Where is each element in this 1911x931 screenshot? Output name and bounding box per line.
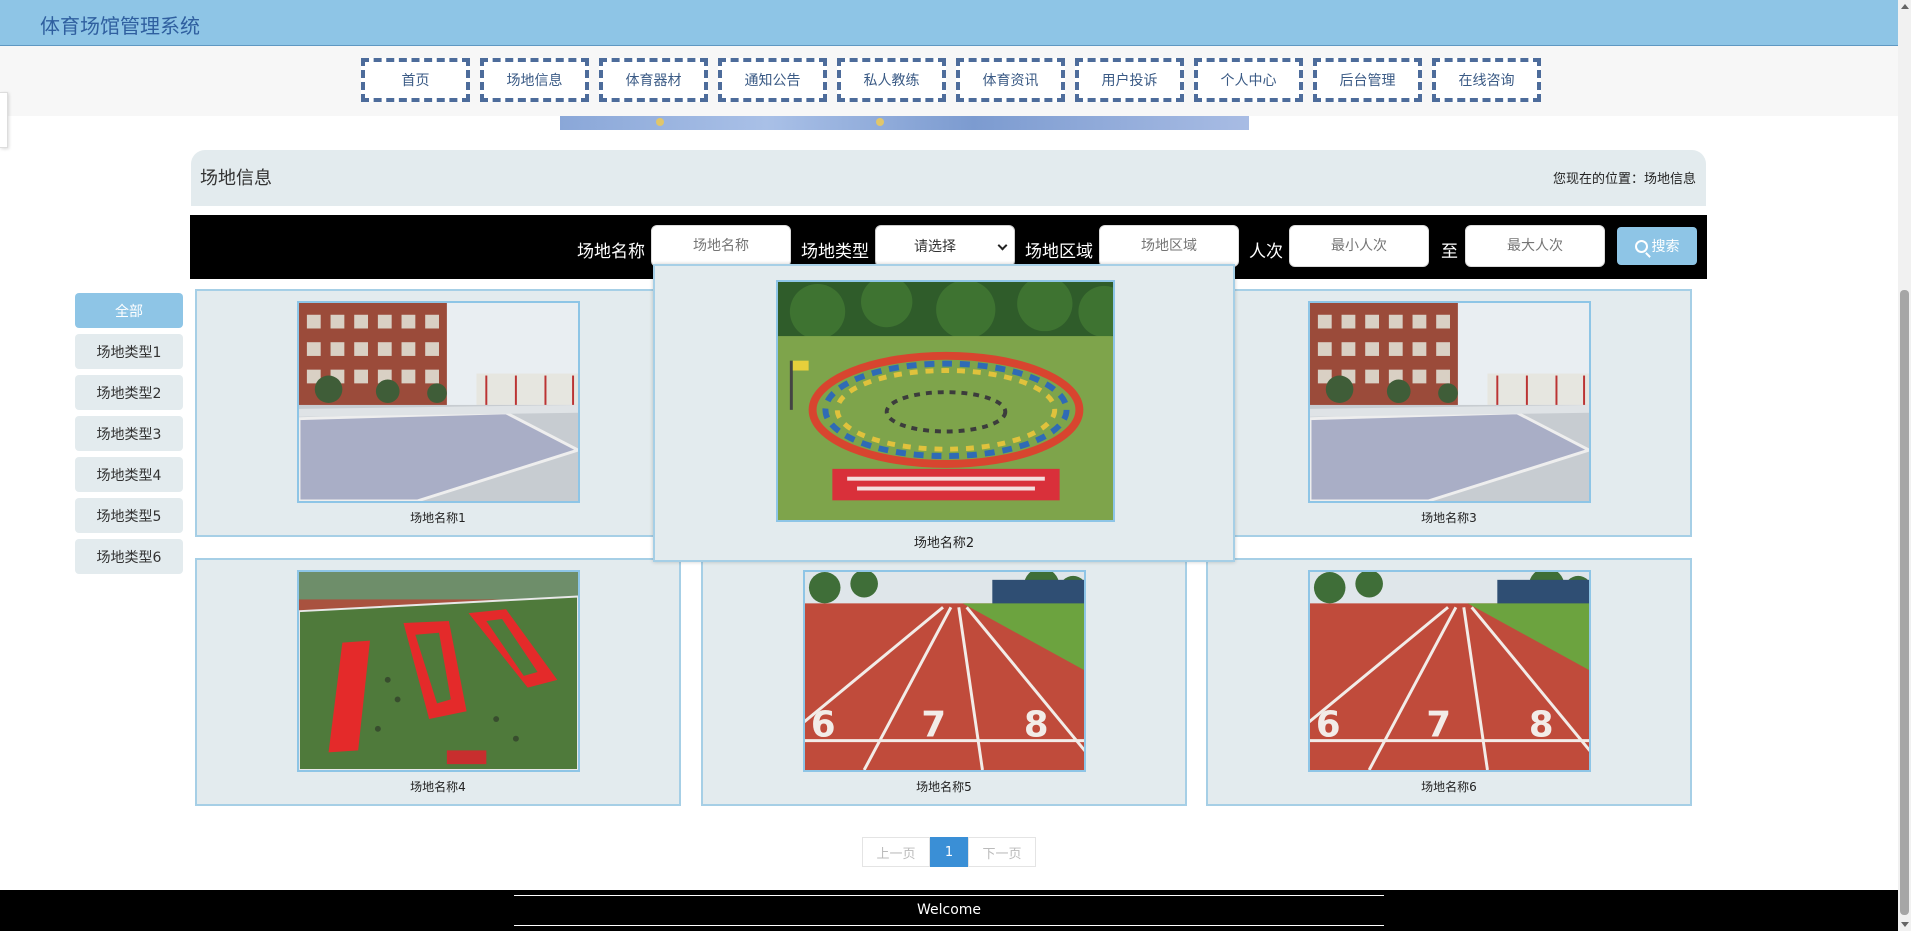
min-visitors-input[interactable] — [1289, 225, 1429, 267]
venue-card[interactable]: 场地名称6 — [1206, 558, 1692, 806]
page-number-current[interactable]: 1 — [930, 837, 968, 867]
venue-card[interactable]: 场地名称5 — [701, 558, 1187, 806]
search-button-label: 搜索 — [1651, 239, 1680, 255]
venue-photo[interactable] — [1308, 301, 1591, 503]
venue-card[interactable]: 场地名称3 — [1206, 289, 1692, 537]
venue-name[interactable]: 场地名称2 — [655, 532, 1233, 551]
category-item[interactable]: 场地类型2 — [75, 375, 183, 410]
venue-card-hovered[interactable]: 场地名称2 — [653, 264, 1235, 562]
venue-type-select[interactable]: 请选择 — [875, 225, 1015, 267]
venue-photo[interactable] — [1308, 570, 1591, 772]
page-scrollbar[interactable] — [1898, 0, 1911, 931]
max-visitors-input[interactable] — [1465, 225, 1605, 267]
category-item[interactable]: 场地类型3 — [75, 416, 183, 451]
venue-name-input[interactable] — [651, 225, 791, 267]
next-page-button[interactable]: 下一页 — [968, 837, 1036, 867]
breadcrumb: 您现在的位置：场地信息 — [1552, 172, 1696, 187]
nav-item-home[interactable]: 首页 — [361, 58, 470, 102]
chevron-down-icon — [997, 240, 1008, 251]
venue-photo[interactable] — [803, 570, 1086, 772]
venue-type-selected: 请选择 — [914, 239, 956, 255]
scroll-down-arrow-icon[interactable] — [1901, 922, 1909, 927]
category-list: 全部 场地类型1 场地类型2 场地类型3 场地类型4 场地类型5 场地类型6 — [75, 293, 183, 580]
venue-name[interactable]: 场地名称1 — [197, 509, 679, 526]
nav-item-trainers[interactable]: 私人教练 — [837, 58, 946, 102]
nav-item-notices[interactable]: 通知公告 — [718, 58, 827, 102]
nav-item-sports-news[interactable]: 体育资讯 — [956, 58, 1065, 102]
venue-name[interactable]: 场地名称6 — [1208, 778, 1690, 795]
footer-welcome-text: Welcome — [916, 902, 982, 918]
site-title: 体育场馆管理系统 — [40, 14, 200, 38]
nav-item-complaints[interactable]: 用户投诉 — [1075, 58, 1184, 102]
venue-photo[interactable] — [297, 301, 580, 503]
footer: Welcome — [0, 890, 1898, 931]
side-drawer-handle[interactable] — [0, 92, 8, 148]
banner-image-strip — [560, 116, 1249, 130]
category-item[interactable]: 场地类型4 — [75, 457, 183, 492]
prev-page-button[interactable]: 上一页 — [862, 837, 930, 867]
venue-card[interactable]: 场地名称1 — [195, 289, 681, 537]
venue-area-input[interactable] — [1099, 225, 1239, 267]
category-item[interactable]: 场地类型6 — [75, 539, 183, 574]
venue-type-label: 场地类型 — [801, 242, 869, 262]
search-icon — [1634, 239, 1648, 253]
search-button[interactable]: 搜索 — [1617, 227, 1697, 265]
nav-item-online-consult[interactable]: 在线咨询 — [1432, 58, 1541, 102]
venue-name[interactable]: 场地名称3 — [1208, 509, 1690, 526]
footer-divider — [514, 895, 1384, 896]
category-item[interactable]: 场地类型5 — [75, 498, 183, 533]
top-header-bar: 体育场馆管理系统 — [0, 0, 1898, 46]
page-title: 场地信息 — [200, 168, 272, 189]
category-item[interactable]: 场地类型1 — [75, 334, 183, 369]
nav-item-venue-info[interactable]: 场地信息 — [480, 58, 589, 102]
pagination: 上一页 1 下一页 — [862, 837, 1036, 867]
footer-divider — [514, 925, 1384, 926]
venue-name[interactable]: 场地名称4 — [197, 778, 679, 795]
venue-area-label: 场地区域 — [1025, 242, 1093, 262]
nav-item-equipment[interactable]: 体育器材 — [599, 58, 708, 102]
venue-name[interactable]: 场地名称5 — [703, 778, 1185, 795]
venue-name-label: 场地名称 — [577, 242, 645, 262]
nav-item-personal-center[interactable]: 个人中心 — [1194, 58, 1303, 102]
main-navigation: 首页 场地信息 体育器材 通知公告 私人教练 体育资讯 用户投诉 个人中心 后台… — [0, 46, 1898, 116]
venue-photo[interactable] — [297, 570, 580, 772]
scroll-up-arrow-icon[interactable] — [1901, 4, 1909, 9]
venue-card[interactable]: 场地名称4 — [195, 558, 681, 806]
venue-photo[interactable] — [776, 280, 1115, 522]
visitor-count-label: 人次 — [1249, 242, 1283, 262]
nav-item-admin[interactable]: 后台管理 — [1313, 58, 1422, 102]
category-all[interactable]: 全部 — [75, 293, 183, 328]
range-to-label: 至 — [1441, 242, 1458, 262]
scroll-thumb[interactable] — [1900, 290, 1909, 915]
page-title-panel: 场地信息 您现在的位置：场地信息 — [191, 150, 1706, 206]
nav-menu: 首页 场地信息 体育器材 通知公告 私人教练 体育资讯 用户投诉 个人中心 后台… — [361, 58, 1541, 102]
